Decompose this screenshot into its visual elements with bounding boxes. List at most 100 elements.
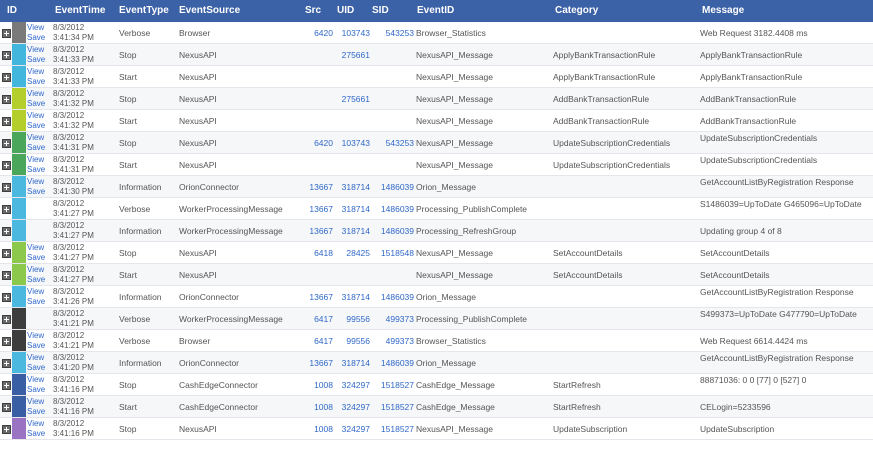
- column-header-uid[interactable]: UID: [337, 0, 354, 22]
- table-row[interactable]: View Save 8/3/2012 3:41:33 PM Stop NexusAPI 27…: [0, 44, 873, 66]
- src-cell[interactable]: [303, 154, 333, 176]
- uid-cell[interactable]: 103743: [334, 22, 370, 44]
- uid-cell[interactable]: [334, 66, 370, 88]
- table-row[interactable]: View Save 8/3/2012 3:41:16 PM Start CashEdgeC…: [0, 396, 873, 418]
- expand-row-icon[interactable]: [2, 271, 11, 280]
- src-cell[interactable]: 13667: [303, 352, 333, 374]
- sid-cell[interactable]: [371, 154, 414, 176]
- sid-cell[interactable]: [371, 66, 414, 88]
- sid-cell[interactable]: 543253: [371, 22, 414, 44]
- src-cell[interactable]: [303, 110, 333, 132]
- src-cell[interactable]: [303, 66, 333, 88]
- column-header-event-id[interactable]: EventID: [417, 0, 454, 22]
- view-link[interactable]: View: [27, 89, 51, 99]
- table-row[interactable]: View Save 8/3/2012 3:41:32 PM Stop NexusAPI 27…: [0, 88, 873, 110]
- expand-row-icon[interactable]: [2, 227, 11, 236]
- uid-cell[interactable]: 99556: [334, 308, 370, 330]
- save-link[interactable]: Save: [27, 253, 51, 263]
- save-link[interactable]: Save: [27, 429, 51, 439]
- view-link[interactable]: View: [27, 133, 51, 143]
- save-link[interactable]: Save: [27, 187, 51, 197]
- expand-row-icon[interactable]: [2, 117, 11, 126]
- save-link[interactable]: Save: [27, 275, 51, 285]
- src-cell[interactable]: 13667: [303, 176, 333, 198]
- table-row[interactable]: View Save 8/3/2012 3:41:27 PM Start NexusAPI N…: [0, 264, 873, 286]
- column-header-message[interactable]: Message: [702, 0, 744, 22]
- src-cell[interactable]: [303, 88, 333, 110]
- sid-cell[interactable]: 1518527: [371, 418, 414, 440]
- view-link[interactable]: View: [27, 353, 51, 363]
- uid-cell[interactable]: [334, 154, 370, 176]
- table-row[interactable]: 8/3/2012 3:41:21 PM Verbose WorkerProcessin…: [0, 308, 873, 330]
- save-link[interactable]: Save: [27, 99, 51, 109]
- table-row[interactable]: View Save 8/3/2012 3:41:16 PM Stop NexusAPI 10…: [0, 418, 873, 440]
- view-link[interactable]: View: [27, 375, 51, 385]
- table-row[interactable]: 8/3/2012 3:41:27 PM Information WorkerProce…: [0, 220, 873, 242]
- table-row[interactable]: View Save 8/3/2012 3:41:32 PM Start NexusAPI N…: [0, 110, 873, 132]
- sid-cell[interactable]: 1486039: [371, 198, 414, 220]
- column-header-sid[interactable]: SID: [372, 0, 389, 22]
- expand-row-icon[interactable]: [2, 95, 11, 104]
- src-cell[interactable]: 13667: [303, 286, 333, 308]
- sid-cell[interactable]: 1486039: [371, 286, 414, 308]
- column-header-event-time[interactable]: EventTime: [55, 0, 105, 22]
- expand-row-icon[interactable]: [2, 403, 11, 412]
- src-cell[interactable]: 13667: [303, 220, 333, 242]
- save-link[interactable]: Save: [27, 363, 51, 373]
- column-header-event-type[interactable]: EventType: [119, 0, 169, 22]
- uid-cell[interactable]: 318714: [334, 198, 370, 220]
- uid-cell[interactable]: 324297: [334, 418, 370, 440]
- view-link[interactable]: View: [27, 397, 51, 407]
- save-link[interactable]: Save: [27, 165, 51, 175]
- table-row[interactable]: 8/3/2012 3:41:27 PM Verbose WorkerProcessin…: [0, 198, 873, 220]
- expand-row-icon[interactable]: [2, 381, 11, 390]
- src-cell[interactable]: [303, 264, 333, 286]
- view-link[interactable]: View: [27, 331, 51, 341]
- save-link[interactable]: Save: [27, 407, 51, 417]
- uid-cell[interactable]: 103743: [334, 132, 370, 154]
- sid-cell[interactable]: 499373: [371, 330, 414, 352]
- uid-cell[interactable]: 324297: [334, 396, 370, 418]
- view-link[interactable]: View: [27, 177, 51, 187]
- table-row[interactable]: View Save 8/3/2012 3:41:30 PM Information Ori…: [0, 176, 873, 198]
- expand-row-icon[interactable]: [2, 337, 11, 346]
- view-link[interactable]: View: [27, 419, 51, 429]
- sid-cell[interactable]: 1486039: [371, 220, 414, 242]
- sid-cell[interactable]: [371, 110, 414, 132]
- expand-row-icon[interactable]: [2, 161, 11, 170]
- expand-row-icon[interactable]: [2, 29, 11, 38]
- sid-cell[interactable]: [371, 44, 414, 66]
- expand-row-icon[interactable]: [2, 249, 11, 258]
- uid-cell[interactable]: 275661: [334, 44, 370, 66]
- table-row[interactable]: View Save 8/3/2012 3:41:21 PM Verbose Browser…: [0, 330, 873, 352]
- uid-cell[interactable]: 324297: [334, 374, 370, 396]
- expand-row-icon[interactable]: [2, 51, 11, 60]
- view-link[interactable]: View: [27, 45, 51, 55]
- sid-cell[interactable]: 1518548: [371, 242, 414, 264]
- table-row[interactable]: View Save 8/3/2012 3:41:31 PM Start NexusAPI N…: [0, 154, 873, 176]
- expand-row-icon[interactable]: [2, 73, 11, 82]
- src-cell[interactable]: 1008: [303, 396, 333, 418]
- expand-row-icon[interactable]: [2, 293, 11, 302]
- uid-cell[interactable]: 318714: [334, 352, 370, 374]
- expand-row-icon[interactable]: [2, 205, 11, 214]
- uid-cell[interactable]: 28425: [334, 242, 370, 264]
- view-link[interactable]: View: [27, 111, 51, 121]
- save-link[interactable]: Save: [27, 385, 51, 395]
- save-link[interactable]: Save: [27, 341, 51, 351]
- table-row[interactable]: View Save 8/3/2012 3:41:34 PM Verbose Browser…: [0, 22, 873, 44]
- save-link[interactable]: Save: [27, 121, 51, 131]
- sid-cell[interactable]: [371, 264, 414, 286]
- table-row[interactable]: View Save 8/3/2012 3:41:31 PM Stop NexusAPI 64…: [0, 132, 873, 154]
- src-cell[interactable]: 6417: [303, 330, 333, 352]
- save-link[interactable]: Save: [27, 297, 51, 307]
- src-cell[interactable]: 6420: [303, 132, 333, 154]
- save-link[interactable]: Save: [27, 55, 51, 65]
- uid-cell[interactable]: [334, 110, 370, 132]
- column-header-category[interactable]: Category: [555, 0, 598, 22]
- table-row[interactable]: View Save 8/3/2012 3:41:27 PM Stop NexusAPI 64…: [0, 242, 873, 264]
- sid-cell[interactable]: 1518527: [371, 396, 414, 418]
- view-link[interactable]: View: [27, 265, 51, 275]
- uid-cell[interactable]: 318714: [334, 176, 370, 198]
- view-link[interactable]: View: [27, 155, 51, 165]
